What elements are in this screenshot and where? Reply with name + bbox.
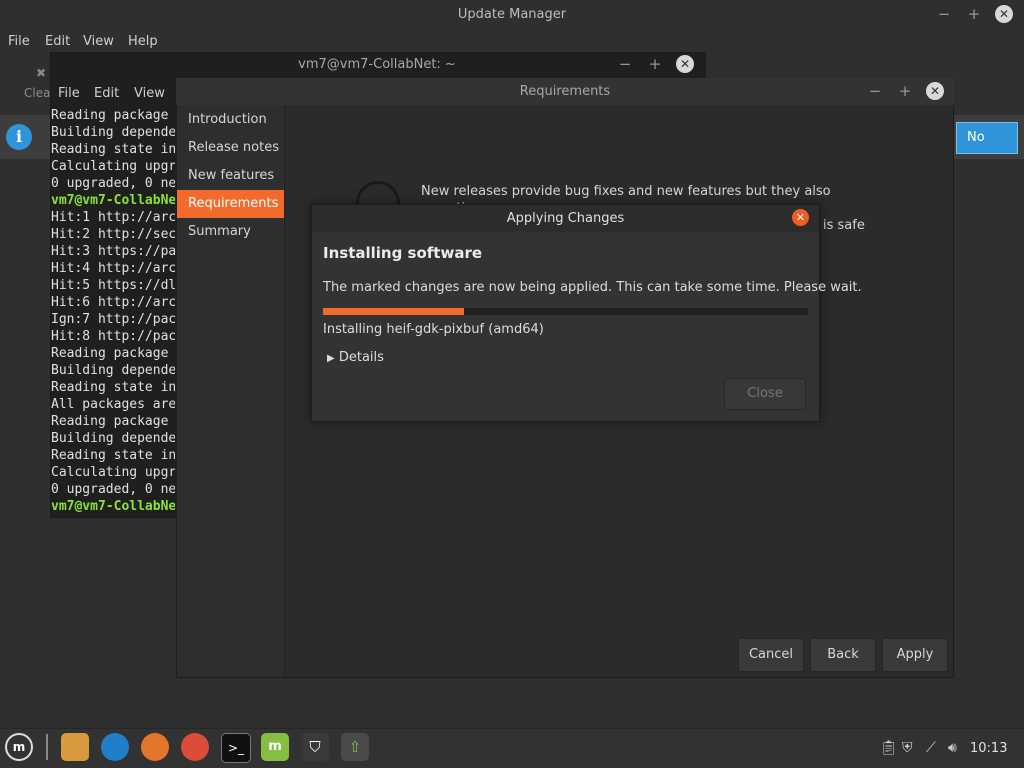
clear-button-label[interactable]: Clea (24, 86, 50, 100)
dialog-close-button[interactable]: Close (724, 378, 806, 410)
terminal-line: Ign:7 http://pac (51, 312, 175, 327)
sidebar-item-new-features[interactable]: New features (177, 162, 284, 190)
progress-bar (323, 308, 808, 315)
menu-file[interactable]: File (8, 34, 30, 49)
terminal-line: Hit:5 https://dl (51, 278, 175, 293)
taskbar-separator (46, 734, 48, 760)
sidebar-item-introduction[interactable]: Introduction (177, 106, 284, 134)
sidebar-item-summary[interactable]: Summary (177, 218, 284, 246)
apply-button[interactable]: Apply (882, 638, 948, 672)
chrome-icon[interactable] (181, 733, 209, 761)
clear-icon[interactable]: ✖ (36, 66, 46, 80)
terminal-menu-view[interactable]: View (134, 86, 165, 101)
terminal-line: Building depende (51, 363, 175, 378)
terminal-output[interactable]: Reading package Building depende Reading s… (51, 107, 175, 515)
terminal-line: Reading state in (51, 142, 175, 157)
clipboard-icon[interactable]: 📋︎ (880, 740, 898, 756)
requirements-sidebar: Introduction Release notes New features … (177, 105, 285, 677)
requirements-minimize-icon[interactable]: − (867, 84, 883, 99)
terminal-maximize-icon[interactable]: + (647, 57, 663, 72)
sidebar-item-release-notes[interactable]: Release notes (177, 134, 284, 162)
terminal-line: Reading state in (51, 380, 175, 395)
edge-dev-icon[interactable] (101, 733, 129, 761)
requirements-maximize-icon[interactable]: + (897, 84, 913, 99)
info-icon: i (6, 124, 32, 150)
network-icon[interactable]: ⟋ (926, 740, 936, 756)
terminal-line: 0 upgraded, 0 ne (51, 482, 175, 497)
terminal-line: Building depende (51, 431, 175, 446)
tray-shield-icon[interactable]: ⛨ (902, 740, 913, 756)
terminal-line: Hit:1 http://arc (51, 210, 175, 225)
cancel-button[interactable]: Cancel (738, 638, 804, 672)
requirements-title: Requirements (519, 84, 611, 99)
mintupdate-icon[interactable]: m (261, 733, 289, 761)
close-icon[interactable]: ✕ (995, 5, 1013, 23)
terminal-line: Hit:2 http://sec (51, 227, 175, 242)
update-manager-icon[interactable]: ⇧ (341, 733, 369, 761)
update-manager-menubar: File Edit View Help (0, 30, 1024, 54)
update-manager-title: Update Manager (457, 7, 567, 22)
terminal-close-icon[interactable]: ✕ (676, 55, 694, 73)
terminal-line: Reading state in (51, 448, 175, 463)
applying-changes-title: Applying Changes (506, 211, 625, 226)
progress-bar-fill (323, 308, 464, 315)
minimize-icon[interactable]: − (936, 7, 952, 22)
terminal-line: Calculating upgr (51, 465, 175, 480)
installing-heading: Installing software (323, 244, 483, 262)
menu-view[interactable]: View (83, 34, 114, 49)
terminal-line: Reading package (51, 414, 169, 429)
terminal-line: 0 upgraded, 0 ne (51, 176, 175, 191)
mint-menu-icon[interactable]: m (5, 733, 33, 761)
apply-description: The marked changes are now being applied… (323, 280, 862, 295)
terminal-minimize-icon[interactable]: − (617, 57, 633, 72)
back-button[interactable]: Back (810, 638, 876, 672)
maximize-icon[interactable]: + (966, 7, 982, 22)
terminal-line: Calculating upgr (51, 159, 175, 174)
terminal-line: Hit:6 http://arc (51, 295, 175, 310)
terminal-line: Building depende (51, 125, 175, 140)
volume-icon[interactable]: 🔊︎ (948, 740, 957, 756)
menu-help[interactable]: Help (128, 34, 158, 49)
terminal-line: vm7@vm7-CollabNe (51, 193, 175, 208)
terminal-menu-edit[interactable]: Edit (94, 86, 119, 101)
no-button[interactable]: No (956, 122, 1018, 154)
sidebar-item-requirements[interactable]: Requirements (177, 190, 284, 218)
menu-edit[interactable]: Edit (45, 34, 70, 49)
terminal-icon[interactable]: >_ (221, 733, 251, 763)
terminal-line: All packages are (51, 397, 175, 412)
terminal-line: Hit:4 http://arc (51, 261, 175, 276)
terminal-menu-file[interactable]: File (58, 86, 80, 101)
terminal-line: Hit:8 http://pac (51, 329, 175, 344)
requirements-close-icon[interactable]: ✕ (926, 82, 944, 100)
dialog-close-icon[interactable]: ✕ (792, 209, 809, 226)
terminal-line: Reading package (51, 346, 169, 361)
details-label: Details (338, 350, 384, 365)
details-expander[interactable]: ▶ Details (327, 350, 384, 365)
terminal-line: Reading package (51, 108, 169, 123)
terminal-line: Hit:3 https://pa (51, 244, 175, 259)
terminal-title: vm7@vm7-CollabNet: ~ (298, 57, 456, 72)
install-status: Installing heif-gdk-pixbuf (amd64) (323, 322, 544, 337)
shield-icon[interactable]: ⛉ (301, 733, 329, 761)
expander-triangle-icon: ▶ (327, 353, 335, 364)
firefox-icon[interactable] (141, 733, 169, 761)
terminal-line: vm7@vm7-CollabNe (51, 499, 175, 514)
files-icon[interactable] (61, 733, 89, 761)
clock[interactable]: 10:13 (970, 741, 1007, 756)
